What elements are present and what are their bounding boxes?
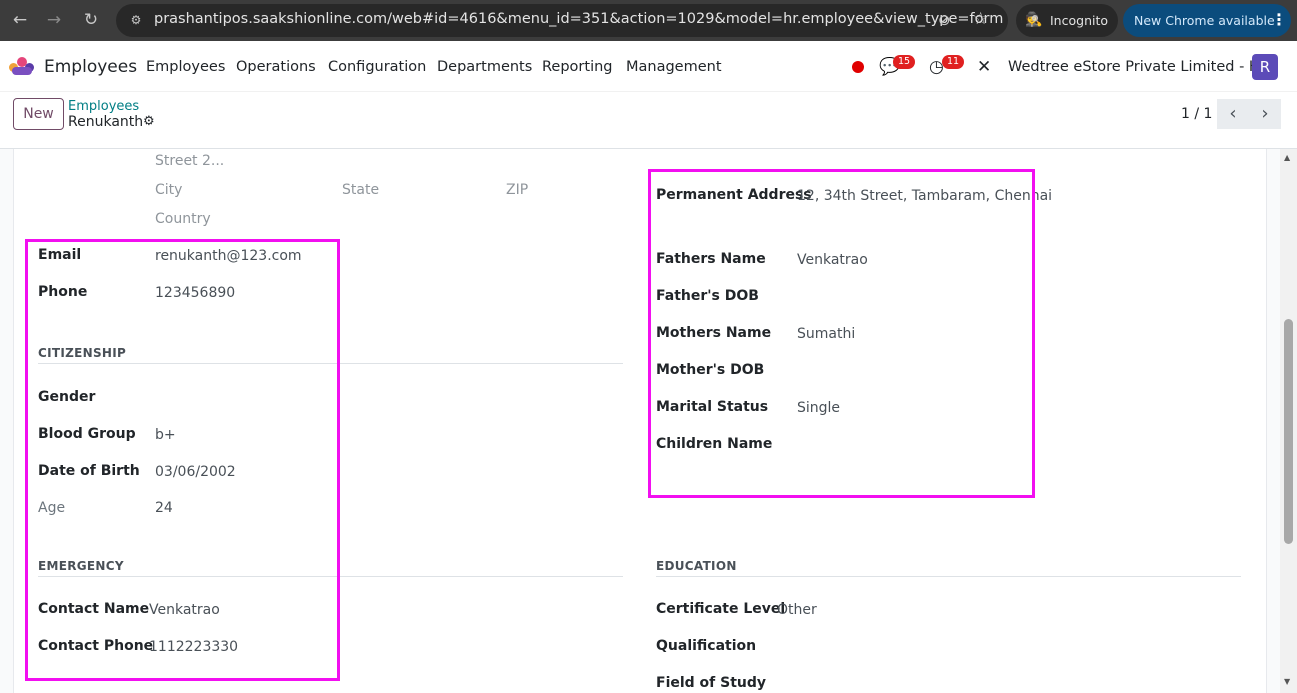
email-field[interactable]: renukanth@123.com bbox=[155, 248, 302, 264]
eye-off-icon[interactable]: ⊘ bbox=[938, 11, 951, 29]
marital-status-label: Marital Status bbox=[656, 399, 769, 415]
permanent-address-label: Permanent Address bbox=[656, 187, 812, 203]
url-text[interactable]: prashantipos.saakshionline.com/web#id=46… bbox=[154, 11, 1003, 27]
citizenship-section-title: CITIZENSHIP bbox=[38, 346, 127, 360]
menu-dots-icon[interactable]: ⋮ bbox=[1271, 10, 1287, 29]
menu-departments[interactable]: Departments bbox=[437, 59, 532, 75]
chat-count-badge: 15 bbox=[893, 55, 916, 69]
menu-operations[interactable]: Operations bbox=[236, 59, 316, 75]
mothers-name-field[interactable]: Sumathi bbox=[797, 326, 855, 342]
email-label: Email bbox=[38, 247, 82, 263]
menu-employees[interactable]: Employees bbox=[146, 59, 225, 75]
street2-input[interactable]: Street 2... bbox=[155, 153, 224, 169]
state-input[interactable]: State bbox=[342, 182, 379, 198]
marital-status-field[interactable]: Single bbox=[797, 400, 840, 416]
incognito-label: Incognito bbox=[1050, 13, 1109, 28]
phone-label: Phone bbox=[38, 284, 88, 300]
back-icon[interactable]: ← bbox=[8, 8, 32, 32]
mothers-dob-label: Mother's DOB bbox=[656, 362, 765, 378]
children-name-label: Children Name bbox=[656, 436, 773, 452]
menu-management[interactable]: Management bbox=[626, 59, 722, 75]
breadcrumb-current: Renukanth bbox=[68, 114, 144, 130]
education-section-title: EDUCATION bbox=[656, 559, 737, 573]
field-of-study-label: Field of Study bbox=[656, 675, 767, 691]
address-bar[interactable]: ⚙ prashantipos.saakshionline.com/web#id=… bbox=[116, 4, 1008, 37]
zip-input[interactable]: ZIP bbox=[506, 182, 528, 198]
blood-group-label: Blood Group bbox=[38, 426, 136, 442]
fathers-name-label: Fathers Name bbox=[656, 251, 766, 267]
age-label: Age bbox=[38, 500, 66, 516]
menu-configuration[interactable]: Configuration bbox=[328, 59, 426, 75]
dob-label: Date of Birth bbox=[38, 463, 140, 479]
scroll-up-icon[interactable]: ▲ bbox=[1284, 153, 1290, 162]
country-input[interactable]: Country bbox=[155, 211, 211, 227]
pager-value[interactable]: 1 / 1 bbox=[1181, 106, 1212, 122]
fathers-name-field[interactable]: Venkatrao bbox=[797, 252, 868, 268]
contact-name-label: Contact Name bbox=[38, 601, 150, 617]
contact-phone-field[interactable]: 1112223330 bbox=[149, 639, 238, 655]
certificate-level-label: Certificate Level bbox=[656, 601, 786, 617]
site-info-icon[interactable]: ⚙ bbox=[128, 12, 144, 28]
top-navbar: Employees Employees Operations Configura… bbox=[0, 41, 1297, 92]
browser-toolbar: ← → ↻ ⚙ prashantipos.saakshionline.com/w… bbox=[0, 0, 1297, 41]
blood-group-field[interactable]: b+ bbox=[155, 427, 176, 443]
company-switcher[interactable]: Wedtree eStore Private Limited - HO bbox=[1008, 59, 1271, 75]
permanent-address-field[interactable]: 12, 34th Street, Tambaram, Chennai bbox=[797, 188, 1052, 204]
emergency-divider bbox=[38, 576, 623, 577]
phone-field[interactable]: 123456890 bbox=[155, 285, 235, 301]
user-avatar[interactable]: R bbox=[1252, 54, 1278, 80]
qualification-label: Qualification bbox=[656, 638, 757, 654]
fathers-dob-label: Father's DOB bbox=[656, 288, 759, 304]
gear-icon[interactable]: ⚙ bbox=[143, 114, 155, 129]
breadcrumb-parent[interactable]: Employees bbox=[68, 99, 139, 114]
bookmark-star-icon[interactable]: ☆ bbox=[973, 9, 988, 29]
app-name[interactable]: Employees bbox=[44, 57, 137, 77]
update-label: New Chrome available bbox=[1134, 13, 1275, 28]
forward-icon[interactable]: → bbox=[42, 8, 66, 32]
control-panel: New Employees Renukanth ⚙ 1 / 1 ‹ › bbox=[0, 92, 1297, 149]
incognito-chip[interactable]: 🕵 Incognito bbox=[1016, 4, 1118, 37]
new-button[interactable]: New bbox=[13, 98, 64, 130]
gender-label: Gender bbox=[38, 389, 96, 405]
scroll-down-icon[interactable]: ▼ bbox=[1284, 677, 1290, 686]
recording-dot-icon[interactable] bbox=[852, 61, 864, 73]
pager-next-icon[interactable]: › bbox=[1249, 99, 1281, 129]
dob-field[interactable]: 03/06/2002 bbox=[155, 464, 236, 480]
age-value: 24 bbox=[155, 500, 173, 516]
activity-count-badge: 11 bbox=[942, 55, 965, 69]
tools-icon[interactable]: ✕ bbox=[977, 57, 991, 77]
pager-prev-icon[interactable]: ‹ bbox=[1217, 99, 1249, 129]
incognito-icon: 🕵 bbox=[1025, 12, 1043, 28]
city-input[interactable]: City bbox=[155, 182, 182, 198]
scrollbar[interactable]: ▲ ▼ bbox=[1280, 149, 1297, 693]
education-divider bbox=[656, 576, 1241, 577]
certificate-level-select[interactable]: Other bbox=[777, 602, 817, 618]
emergency-section-title: EMERGENCY bbox=[38, 559, 124, 573]
menu-reporting[interactable]: Reporting bbox=[542, 59, 613, 75]
scrollbar-thumb[interactable] bbox=[1284, 319, 1293, 544]
contact-phone-label: Contact Phone bbox=[38, 638, 154, 654]
mothers-name-label: Mothers Name bbox=[656, 325, 772, 341]
contact-name-field[interactable]: Venkatrao bbox=[149, 602, 220, 618]
citizenship-divider bbox=[38, 363, 623, 364]
employees-app-icon[interactable] bbox=[9, 57, 35, 75]
update-chrome-button[interactable]: New Chrome available ⋮ bbox=[1123, 4, 1291, 37]
reload-icon[interactable]: ↻ bbox=[79, 8, 103, 32]
